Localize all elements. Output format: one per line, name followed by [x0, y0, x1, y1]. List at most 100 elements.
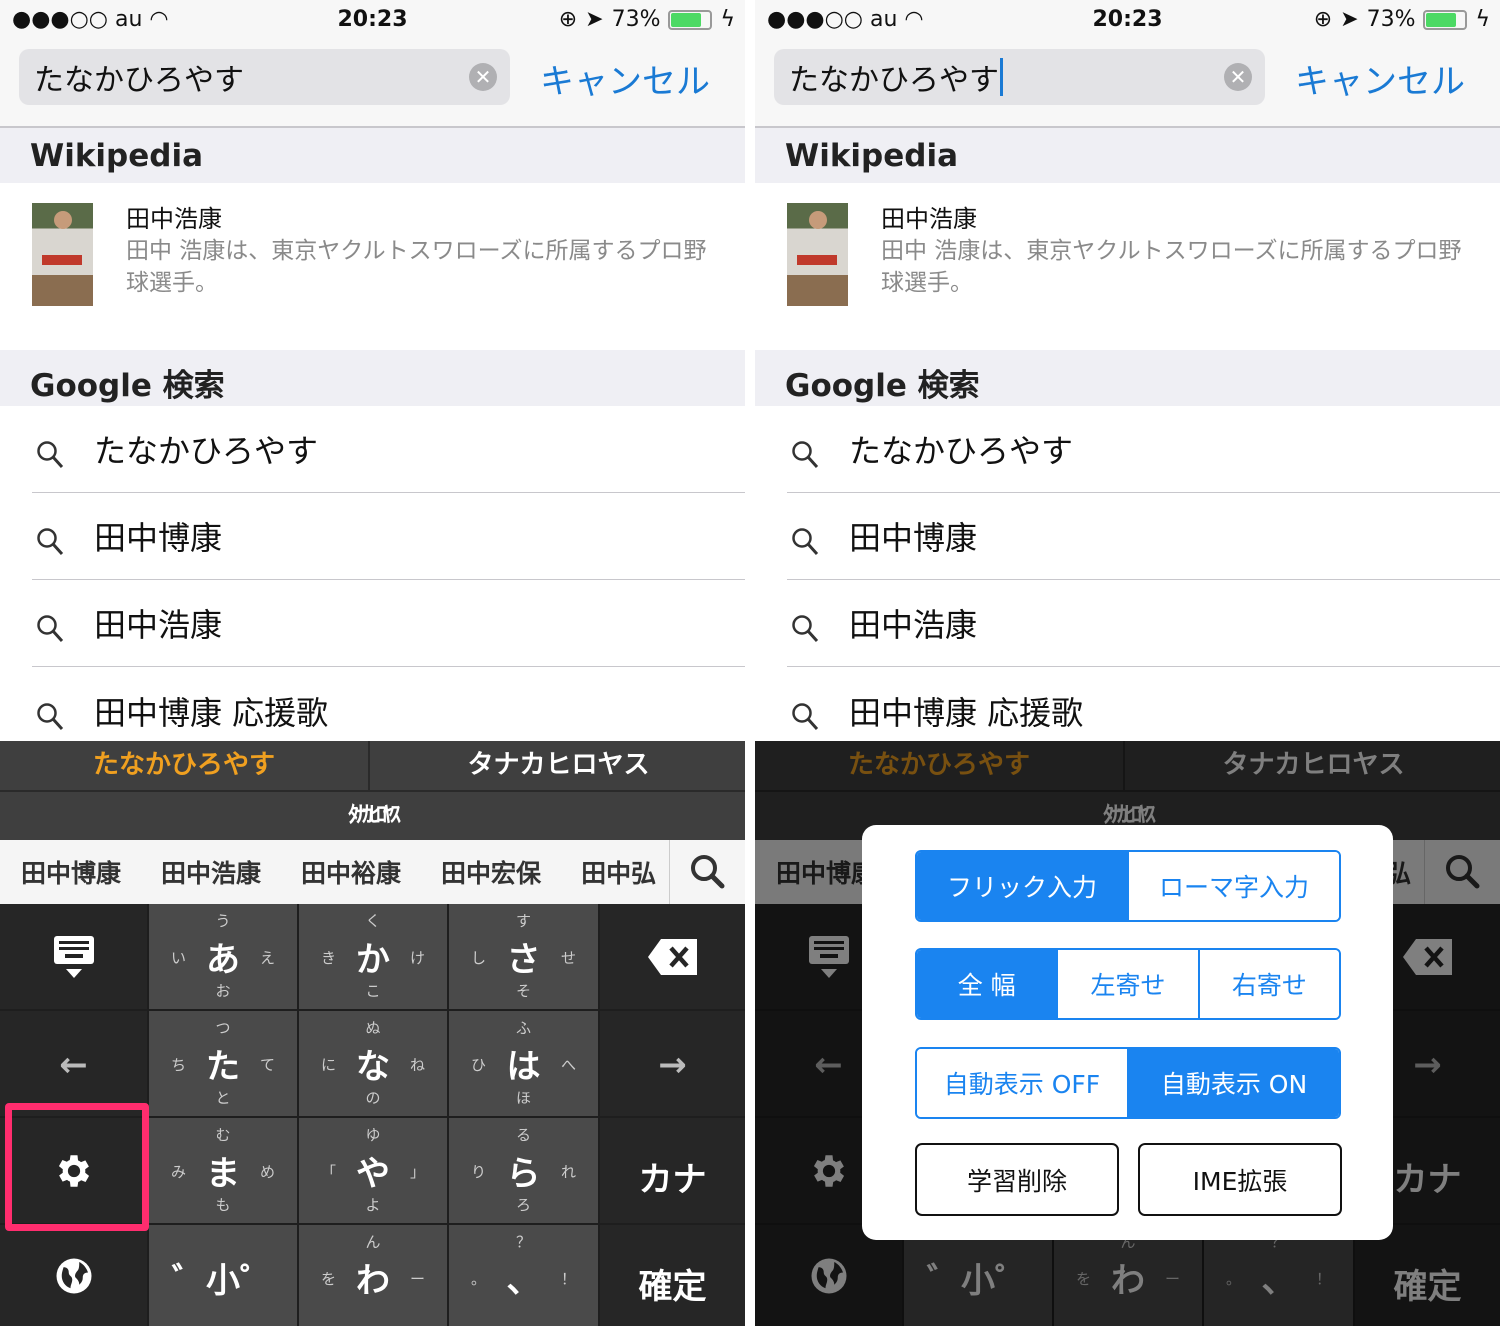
status-bar: ●●●○○ au ◠ 20:23 ⊕ ➤ 73% ϟ — [0, 0, 745, 40]
arrow-label: ← — [59, 1045, 88, 1085]
flick-right: け — [409, 949, 425, 967]
key-label: カナ — [638, 1160, 707, 1200]
candidate-hiragana[interactable]: たなかひろやす — [0, 741, 370, 790]
flick-up: む — [215, 1126, 231, 1144]
input-mode-toggle: フリック入力 ローマ字入力 — [915, 850, 1341, 922]
battery-icon — [1423, 9, 1468, 30]
flick-right: ね — [409, 1056, 425, 1074]
result-description: 田中 浩康は、東京ヤクルトスワローズに所属するプロ野球選手。 — [126, 238, 707, 296]
search-icon — [36, 440, 64, 470]
suggestion-text: 田中浩康 — [849, 606, 978, 644]
search-input[interactable]: たなかひろやす ✕ — [19, 49, 510, 105]
keyboard-switch-icon[interactable] — [0, 904, 147, 1009]
flick-up: ふ — [515, 1019, 531, 1037]
settings-highlight-box — [5, 1103, 149, 1231]
conversion-candidate[interactable]: 田中宏保 — [441, 854, 541, 890]
battery-percent: 73% — [1366, 7, 1416, 32]
flick-key[interactable]: む み ま め も — [149, 1118, 297, 1223]
battery-icon — [668, 9, 713, 30]
search-icon — [36, 527, 64, 557]
keyboard-settings-popup: フリック入力 ローマ字入力 全 幅左寄せ 右寄せ 自動表示 OFF 自動表示 ON 学… — [862, 825, 1393, 1240]
google-suggestion[interactable]: 田中浩康 — [755, 580, 1500, 667]
flick-key[interactable]: す し さ せ そ — [449, 904, 598, 1009]
globe-icon[interactable] — [0, 1225, 147, 1326]
kana-button[interactable]: カナ — [600, 1118, 745, 1223]
candidate-halfwidth[interactable]: ﾀﾅｶﾋﾛﾔｽ — [0, 792, 745, 840]
section-header-google: Google 検索 — [0, 350, 745, 406]
input-mode-toggle-option[interactable]: フリック入力 — [917, 852, 1127, 920]
conversion-candidate[interactable]: 田中博康 — [21, 854, 121, 890]
text-cursor — [1000, 58, 1003, 96]
candidate-katakana[interactable]: タナカヒロヤス — [372, 741, 745, 790]
google-suggestion[interactable]: 田中博康 — [755, 493, 1500, 580]
cancel-button[interactable]: キャンセル — [1295, 54, 1465, 103]
auto-display-toggle-option[interactable]: 自動表示 ON — [1127, 1049, 1339, 1117]
flick-key[interactable]: ゆ 「 や 」 よ — [299, 1118, 447, 1223]
flick-up: ゆ — [365, 1126, 381, 1144]
flick-up: る — [515, 1126, 531, 1144]
search-input[interactable]: たなかひろやす ✕ — [774, 49, 1265, 105]
clear-learning-button[interactable]: 学習削除 — [915, 1143, 1119, 1216]
flick-right: れ — [560, 1163, 576, 1181]
flick-key[interactable]: く き か け こ — [299, 904, 447, 1009]
key-label: 確定 — [638, 1267, 707, 1307]
flick-right: 」 — [409, 1163, 425, 1181]
wikipedia-result[interactable]: 田中浩康 田中 浩康は、東京ヤクルトスワローズに所属するプロ野球選手。 — [755, 183, 1500, 350]
flick-key[interactable]: ぬ に な ね の — [299, 1011, 447, 1116]
flick-key[interactable]: ん を わ ー — [299, 1225, 447, 1326]
keyboard-position-toggle-option[interactable]: 全 幅 — [917, 950, 1057, 1018]
flick-key[interactable]: ゛小゜ — [149, 1225, 297, 1326]
conversion-bar: 田中博康 田中浩康 田中裕康 田中宏保 田中弘 — [0, 840, 745, 904]
google-suggestion[interactable]: 田中博康 — [0, 493, 745, 580]
search-icon — [36, 614, 64, 644]
flick-key[interactable]: つ ち た て と — [149, 1011, 297, 1116]
flick-up: く — [365, 912, 381, 930]
flick-right: せ — [560, 949, 576, 967]
flick-key[interactable]: う い あ え お — [149, 904, 297, 1009]
search-icon — [791, 527, 819, 557]
phone-screen-after: ●●●○○ au ◠ 20:23 ⊕ ➤ 73% ϟ たなかひろやす ✕ キャンセル … — [755, 0, 1500, 1326]
flick-key[interactable]: ？ 。 、 ！ — [449, 1225, 598, 1326]
right-arrow-button[interactable]: → — [600, 1011, 745, 1116]
confirm-button[interactable]: 確定 — [600, 1225, 745, 1326]
thumbnail-image — [32, 203, 93, 306]
conversion-candidate[interactable]: 田中浩康 — [161, 854, 261, 890]
auto-display-toggle-option[interactable]: 自動表示 OFF — [917, 1049, 1127, 1117]
conversion-candidate[interactable]: 田中裕康 — [301, 854, 401, 890]
google-suggestion[interactable]: 田中浩康 — [0, 580, 745, 667]
flick-key[interactable]: る り ら れ ろ — [449, 1118, 598, 1223]
wikipedia-result[interactable]: 田中浩康 田中 浩康は、東京ヤクルトスワローズに所属するプロ野球選手。 — [0, 183, 745, 350]
search-icon — [36, 702, 64, 732]
section-header-wikipedia: Wikipedia — [755, 128, 1500, 184]
input-mode-toggle-option[interactable]: ローマ字入力 — [1127, 852, 1339, 920]
flick-down: そ — [515, 982, 531, 1000]
divider — [787, 666, 1500, 667]
search-icon — [791, 614, 819, 644]
backspace-button[interactable] — [600, 904, 745, 1009]
flick-up: ん — [365, 1233, 381, 1251]
flick-key[interactable]: ふ ひ は へ ほ — [449, 1011, 598, 1116]
candidate-bar: たなかひろやす タナカヒロヤス — [0, 741, 745, 792]
left-arrow-button[interactable]: ← — [0, 1011, 147, 1116]
thumbnail-image — [787, 203, 848, 306]
location-icon: ➤ — [585, 7, 604, 32]
charging-icon: ϟ — [1475, 7, 1490, 32]
google-suggestion[interactable]: たなかひろやす — [0, 406, 745, 493]
conversion-candidate[interactable]: 田中弘 — [581, 854, 656, 890]
google-suggestion[interactable]: たなかひろやす — [755, 406, 1500, 493]
flick-right: え — [259, 949, 275, 967]
search-icon[interactable] — [669, 840, 745, 904]
location-icon: ➤ — [1340, 7, 1359, 32]
clear-icon[interactable]: ✕ — [469, 63, 497, 91]
suggestion-text: 田中浩康 — [94, 606, 223, 644]
clear-icon[interactable]: ✕ — [1224, 63, 1252, 91]
keyboard-position-toggle-option[interactable]: 右寄せ — [1197, 950, 1339, 1018]
flick-down: ろ — [515, 1196, 531, 1214]
search-query: たなかひろやす — [34, 63, 244, 98]
ime-extension-button[interactable]: IME拡張 — [1138, 1143, 1342, 1216]
keyboard-position-toggle-option[interactable]: 左寄せ — [1056, 950, 1198, 1018]
cancel-button[interactable]: キャンセル — [540, 54, 710, 103]
result-title: 田中浩康 — [881, 205, 977, 233]
flick-down: の — [365, 1089, 381, 1107]
flick-down: と — [215, 1089, 231, 1107]
